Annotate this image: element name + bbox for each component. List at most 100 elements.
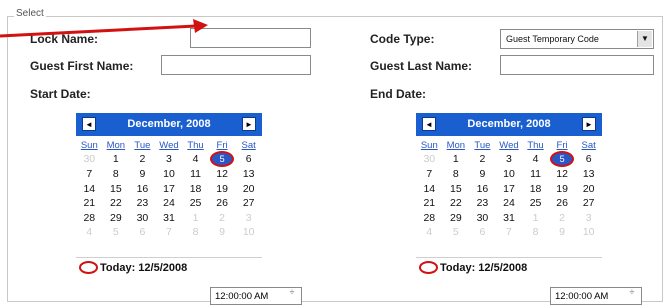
calendar-day[interactable]: 1 <box>182 211 209 226</box>
calendar-day[interactable]: 11 <box>522 167 549 182</box>
calendar-day[interactable]: 16 <box>469 182 496 197</box>
calendar-day[interactable]: 1 <box>103 151 130 167</box>
calendar-day[interactable]: 12 <box>209 167 236 182</box>
calendar-day[interactable]: 3 <box>235 211 262 226</box>
calendar-day[interactable]: 30 <box>76 151 103 167</box>
calendar-day[interactable]: 4 <box>522 151 549 167</box>
calendar-day[interactable]: 2 <box>549 211 576 226</box>
calendar-day[interactable]: 14 <box>76 182 103 197</box>
calendar-day[interactable]: 22 <box>443 196 470 211</box>
calendar-day[interactable]: 7 <box>156 225 183 240</box>
selected-day[interactable]: 5 <box>550 151 575 167</box>
start-time-picker[interactable]: 12:00:00 AM ÷ <box>210 287 302 305</box>
calendar-day[interactable]: 6 <box>469 225 496 240</box>
end-date-calendar[interactable]: ◄ December, 2008 ► Sun Mon Tue Wed Thu Fri Sat… <box>416 113 602 280</box>
calendar-day[interactable]: 3 <box>575 211 602 226</box>
calendar-day[interactable]: 13 <box>235 167 262 182</box>
calendar-day[interactable]: 16 <box>129 182 156 197</box>
calendar-day[interactable]: 10 <box>496 167 523 182</box>
calendar-day[interactable]: 6 <box>129 225 156 240</box>
calendar-day[interactable]: 4 <box>76 225 103 240</box>
calendar-day[interactable]: 11 <box>182 167 209 182</box>
calendar-day[interactable]: 30 <box>129 211 156 226</box>
calendar-day[interactable]: 15 <box>443 182 470 197</box>
calendar-day[interactable]: 29 <box>443 211 470 226</box>
calendar-day[interactable]: 26 <box>549 196 576 211</box>
spinner-icon[interactable]: ÷ <box>625 288 639 303</box>
calendar-day[interactable]: 15 <box>103 182 130 197</box>
calendar-day[interactable]: 4 <box>182 151 209 167</box>
selected-day[interactable]: 5 <box>210 151 235 167</box>
calendar-day[interactable]: 8 <box>103 167 130 182</box>
calendar-day[interactable]: 22 <box>103 196 130 211</box>
calendar-day[interactable]: 30 <box>416 151 443 167</box>
spinner-icon[interactable]: ÷ <box>285 288 299 303</box>
calendar-day[interactable]: 19 <box>209 182 236 197</box>
chevron-down-icon[interactable]: ▼ <box>637 31 652 47</box>
start-date-calendar[interactable]: ◄ December, 2008 ► Sun Mon Tue Wed Thu Fri Sat… <box>76 113 262 280</box>
calendar-day[interactable]: 3 <box>496 151 523 167</box>
calendar-day[interactable]: 10 <box>156 167 183 182</box>
today-link[interactable]: Today: 12/5/2008 <box>76 258 262 278</box>
calendar-day[interactable]: 2 <box>469 151 496 167</box>
guest-first-name-input[interactable] <box>161 55 311 75</box>
calendar-day[interactable]: 27 <box>575 196 602 211</box>
calendar-day[interactable]: 24 <box>496 196 523 211</box>
calendar-day[interactable]: 5 <box>443 225 470 240</box>
calendar-day[interactable]: 30 <box>469 211 496 226</box>
calendar-day[interactable]: 8 <box>182 225 209 240</box>
calendar-day[interactable]: 25 <box>182 196 209 211</box>
calendar-day[interactable]: 8 <box>443 167 470 182</box>
calendar-day[interactable]: 10 <box>575 225 602 240</box>
next-month-button[interactable]: ► <box>582 117 596 131</box>
calendar-day[interactable]: 2 <box>209 211 236 226</box>
code-type-select[interactable]: Guest Temporary Code ▼ <box>500 29 654 49</box>
calendar-day[interactable]: 27 <box>235 196 262 211</box>
calendar-day[interactable]: 10 <box>235 225 262 240</box>
calendar-day[interactable]: 18 <box>522 182 549 197</box>
calendar-day[interactable]: 31 <box>496 211 523 226</box>
calendar-day[interactable]: 9 <box>209 225 236 240</box>
calendar-day[interactable]: 19 <box>549 182 576 197</box>
calendar-day[interactable]: 1 <box>522 211 549 226</box>
calendar-day[interactable]: 18 <box>182 182 209 197</box>
calendar-day[interactable]: 13 <box>575 167 602 182</box>
calendar-day[interactable]: 7 <box>496 225 523 240</box>
calendar-day[interactable]: 25 <box>522 196 549 211</box>
calendar-day[interactable]: 5 <box>209 151 236 167</box>
end-time-picker[interactable]: 12:00:00 AM ÷ <box>550 287 642 305</box>
calendar-day[interactable]: 31 <box>156 211 183 226</box>
calendar-day[interactable]: 17 <box>156 182 183 197</box>
calendar-day[interactable]: 29 <box>103 211 130 226</box>
calendar-day[interactable]: 4 <box>416 225 443 240</box>
calendar-day[interactable]: 1 <box>443 151 470 167</box>
calendar-day[interactable]: 9 <box>549 225 576 240</box>
calendar-day[interactable]: 9 <box>469 167 496 182</box>
calendar-day[interactable]: 12 <box>549 167 576 182</box>
calendar-day[interactable]: 17 <box>496 182 523 197</box>
calendar-day[interactable]: 23 <box>469 196 496 211</box>
calendar-day[interactable]: 5 <box>549 151 576 167</box>
calendar-day[interactable]: 28 <box>76 211 103 226</box>
next-month-button[interactable]: ► <box>242 117 256 131</box>
calendar-day[interactable]: 28 <box>416 211 443 226</box>
guest-last-name-input[interactable] <box>500 55 654 75</box>
calendar-day[interactable]: 21 <box>416 196 443 211</box>
calendar-day[interactable]: 20 <box>575 182 602 197</box>
calendar-day[interactable]: 7 <box>416 167 443 182</box>
calendar-day[interactable]: 20 <box>235 182 262 197</box>
today-link[interactable]: Today: 12/5/2008 <box>416 258 602 278</box>
calendar-day[interactable]: 9 <box>129 167 156 182</box>
calendar-day[interactable]: 6 <box>575 151 602 167</box>
calendar-day[interactable]: 24 <box>156 196 183 211</box>
calendar-day[interactable]: 21 <box>76 196 103 211</box>
calendar-day[interactable]: 6 <box>235 151 262 167</box>
calendar-day[interactable]: 8 <box>522 225 549 240</box>
calendar-day[interactable]: 2 <box>129 151 156 167</box>
calendar-day[interactable]: 23 <box>129 196 156 211</box>
calendar-day[interactable]: 26 <box>209 196 236 211</box>
calendar-day[interactable]: 3 <box>156 151 183 167</box>
calendar-day[interactable]: 5 <box>103 225 130 240</box>
calendar-day[interactable]: 7 <box>76 167 103 182</box>
calendar-day[interactable]: 14 <box>416 182 443 197</box>
